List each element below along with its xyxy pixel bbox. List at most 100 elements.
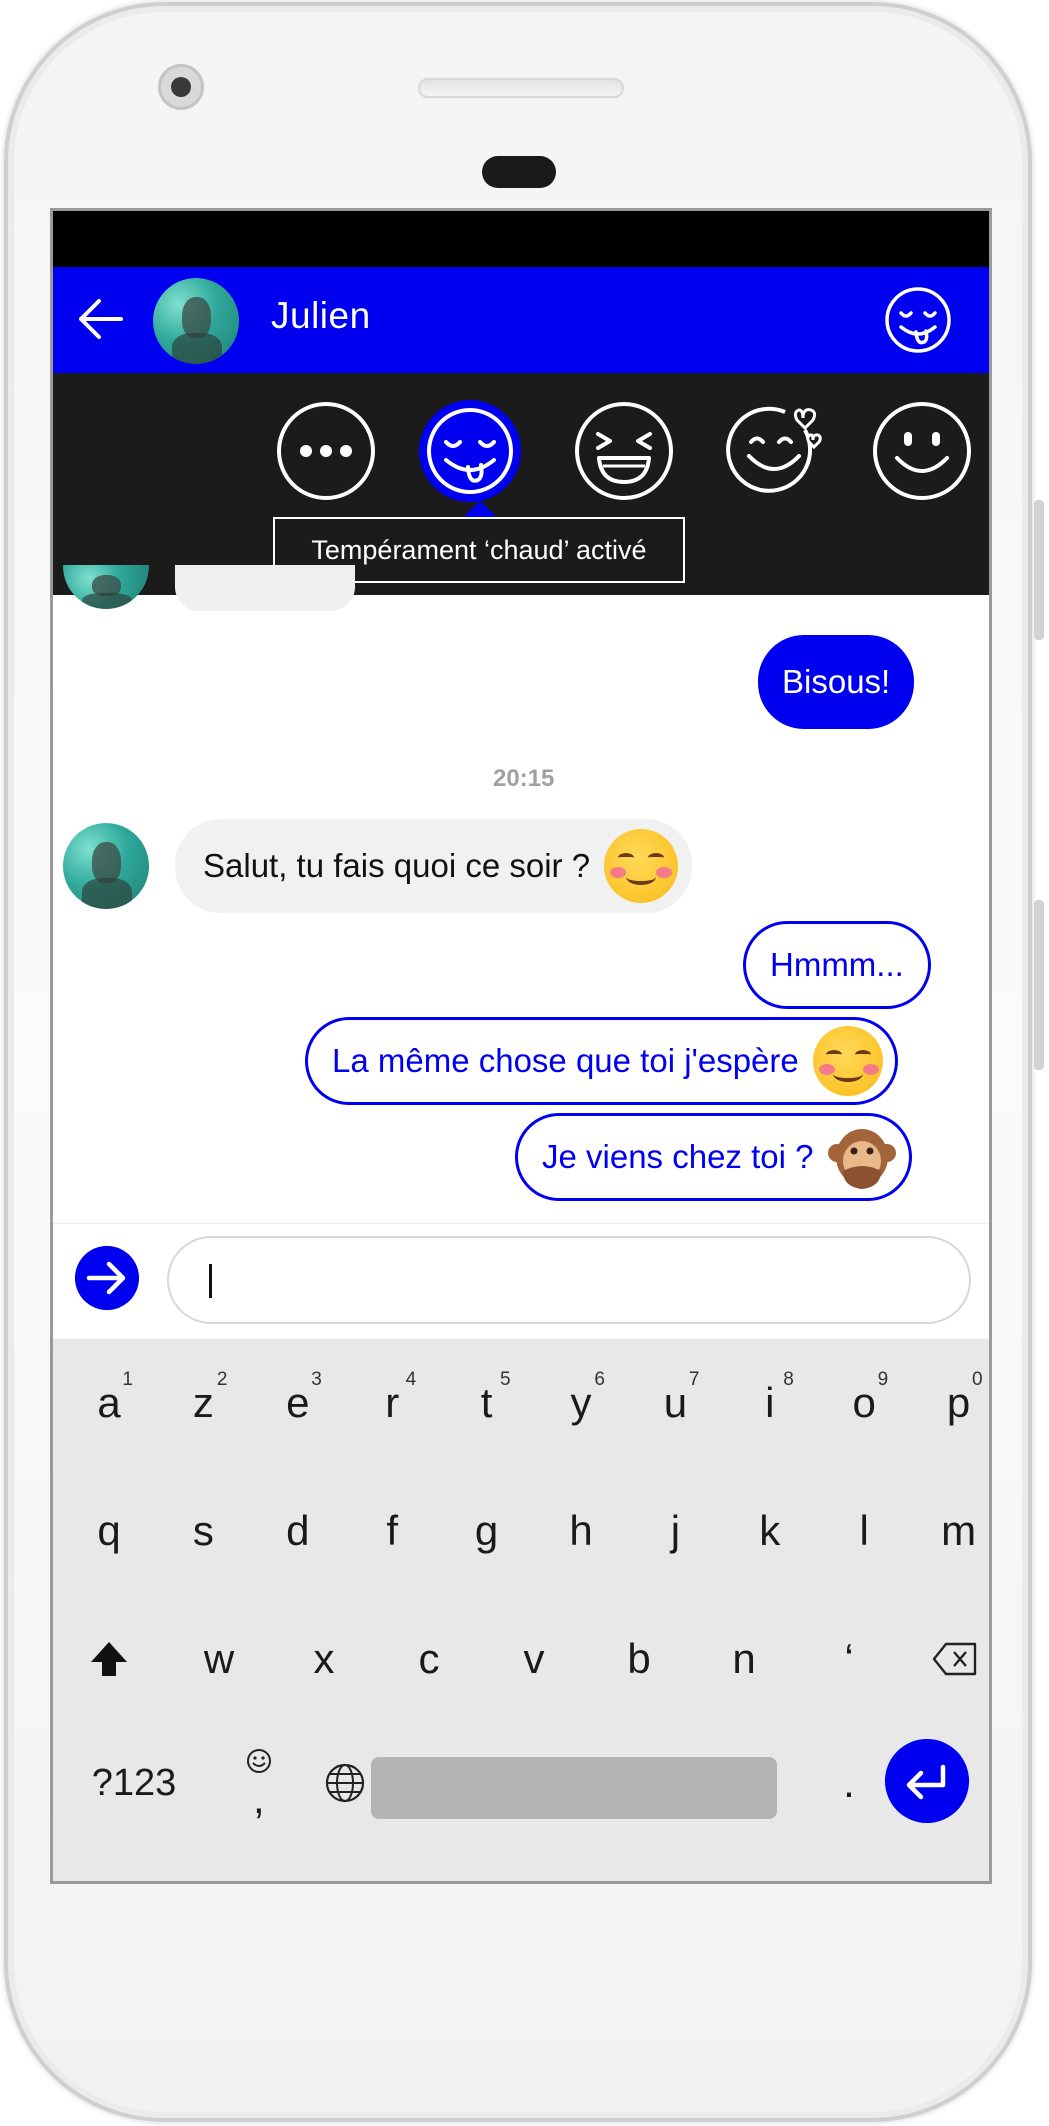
key-v[interactable]: v bbox=[488, 1613, 580, 1705]
arrow-left-icon[interactable] bbox=[75, 296, 125, 342]
key-number-hint: 9 bbox=[877, 1369, 889, 1390]
key-number-hint: 8 bbox=[783, 1369, 794, 1390]
face-with-hearts-icon[interactable] bbox=[723, 400, 825, 502]
page-title: Julien bbox=[271, 295, 371, 336]
space-key[interactable] bbox=[371, 1757, 777, 1819]
front-camera bbox=[158, 64, 204, 110]
key-label: a bbox=[97, 1379, 121, 1426]
sent-message[interactable]: La même chose que toi j'espère bbox=[305, 1017, 898, 1105]
key-w[interactable]: w bbox=[173, 1613, 265, 1705]
key-s[interactable]: s bbox=[157, 1485, 249, 1577]
key-b[interactable]: b bbox=[593, 1613, 685, 1705]
globe-key[interactable] bbox=[299, 1737, 391, 1829]
key-label: j bbox=[670, 1507, 681, 1554]
key-number-hint: 7 bbox=[688, 1369, 700, 1390]
key-label: n bbox=[732, 1635, 756, 1682]
period-key[interactable]: . bbox=[803, 1737, 895, 1829]
key-label: s bbox=[192, 1507, 214, 1554]
message-list[interactable]: Bisous! 20:15 Salut, tu fais quoi ce soi… bbox=[53, 565, 989, 1223]
key-u[interactable]: u7 bbox=[629, 1357, 721, 1449]
key-x[interactable]: x bbox=[278, 1613, 370, 1705]
key-label: y bbox=[570, 1379, 592, 1426]
mood-picker: Tempérament ‘chaud’ activé bbox=[53, 373, 989, 595]
key-label: t bbox=[480, 1379, 493, 1426]
key-number-hint: 1 bbox=[122, 1369, 133, 1390]
key-label: ?123 bbox=[91, 1761, 177, 1804]
key-r[interactable]: r4 bbox=[346, 1357, 438, 1449]
key-label: o bbox=[852, 1379, 876, 1426]
key-m[interactable]: m bbox=[913, 1485, 989, 1577]
key-label: x bbox=[313, 1635, 335, 1682]
key-label: w bbox=[203, 1635, 235, 1682]
key-c[interactable]: c bbox=[383, 1613, 475, 1705]
smiling-face-icon[interactable] bbox=[871, 400, 973, 502]
key-label: v bbox=[523, 1635, 545, 1682]
message-text: La même chose que toi j'espère bbox=[332, 1042, 799, 1079]
power-button bbox=[1034, 900, 1044, 1070]
key-q[interactable]: q bbox=[63, 1485, 155, 1577]
message-input[interactable] bbox=[167, 1236, 971, 1324]
avatar[interactable] bbox=[63, 823, 149, 909]
message-text: Bisous! bbox=[782, 663, 891, 700]
key-n[interactable]: n bbox=[698, 1613, 790, 1705]
key-f[interactable]: f bbox=[346, 1485, 438, 1577]
key-k[interactable]: k bbox=[724, 1485, 816, 1577]
key-y[interactable]: y6 bbox=[535, 1357, 627, 1449]
key-label: q bbox=[97, 1507, 121, 1554]
key-label: c bbox=[418, 1635, 440, 1682]
key-label: z bbox=[192, 1379, 214, 1426]
tongue-out-face-icon[interactable] bbox=[419, 400, 521, 502]
tongue-out-face-icon[interactable] bbox=[883, 285, 953, 355]
key-label: m bbox=[941, 1507, 977, 1554]
key-e[interactable]: e3 bbox=[252, 1357, 344, 1449]
sent-message[interactable]: Hmmm... bbox=[743, 921, 931, 1009]
key-number-hint: 4 bbox=[405, 1369, 417, 1390]
arrow-right-icon[interactable] bbox=[75, 1246, 139, 1310]
key-number-hint: 6 bbox=[594, 1369, 605, 1390]
key-label: e bbox=[286, 1379, 310, 1426]
emoji-comma-key[interactable]: , bbox=[213, 1737, 305, 1829]
smiling-blush-emoji bbox=[604, 829, 679, 903]
key-number-hint: 5 bbox=[500, 1369, 511, 1390]
key-number-hint: 2 bbox=[216, 1369, 228, 1390]
key-p[interactable]: p0 bbox=[913, 1357, 989, 1449]
key-label: , bbox=[253, 1775, 265, 1822]
proximity-sensor bbox=[482, 156, 556, 188]
sent-message[interactable]: Je viens chez toi ? bbox=[515, 1113, 913, 1201]
received-message[interactable]: Salut, tu fais quoi ce soir ? bbox=[175, 819, 693, 913]
key-t[interactable]: t5 bbox=[441, 1357, 533, 1449]
key-label: k bbox=[759, 1507, 781, 1554]
message-text: Hmmm... bbox=[770, 946, 904, 983]
enter-return-icon[interactable] bbox=[885, 1739, 969, 1823]
avatar[interactable] bbox=[153, 278, 239, 364]
key-o[interactable]: o9 bbox=[818, 1357, 910, 1449]
key-d[interactable]: d bbox=[252, 1485, 344, 1577]
key-j[interactable]: j bbox=[629, 1485, 721, 1577]
key-a[interactable]: a1 bbox=[63, 1357, 155, 1449]
phone-screen: Julien Tempérament ‘chaud’ activé Bisous… bbox=[50, 208, 992, 1884]
on-screen-keyboard: a 1 z 2 e 3 r 4 t 5 y 6 u 7 i 8 o 9 p 0 q s d f g h j k l m w x c v b n ‘?12… bbox=[53, 1339, 989, 1881]
key-h[interactable]: h bbox=[535, 1485, 627, 1577]
key-‘[interactable]: ‘ bbox=[803, 1613, 895, 1705]
key-label: r bbox=[385, 1379, 400, 1426]
key-label: d bbox=[286, 1507, 310, 1554]
backspace-key[interactable] bbox=[909, 1613, 989, 1705]
message-bubble-partial bbox=[175, 565, 355, 611]
avatar bbox=[63, 565, 149, 609]
key-label: p bbox=[946, 1379, 971, 1426]
key-label: ‘ bbox=[844, 1635, 854, 1682]
backspace-icon bbox=[932, 1642, 977, 1676]
ellipsis-face-icon[interactable] bbox=[275, 400, 377, 502]
message-text: Je viens chez toi ? bbox=[542, 1138, 814, 1175]
key-g[interactable]: g bbox=[441, 1485, 533, 1577]
text-caret bbox=[209, 1264, 212, 1298]
shift-key[interactable] bbox=[63, 1613, 155, 1705]
key-z[interactable]: z2 bbox=[157, 1357, 249, 1449]
message-timestamp: 20:15 bbox=[493, 765, 555, 792]
key-l[interactable]: l bbox=[818, 1485, 910, 1577]
key-i[interactable]: i8 bbox=[724, 1357, 816, 1449]
symbols-key[interactable]: ?123 bbox=[79, 1737, 189, 1829]
laughing-squint-face-icon[interactable] bbox=[573, 400, 675, 502]
earpiece-speaker bbox=[418, 78, 624, 98]
sent-message[interactable]: Bisous! bbox=[758, 635, 915, 729]
